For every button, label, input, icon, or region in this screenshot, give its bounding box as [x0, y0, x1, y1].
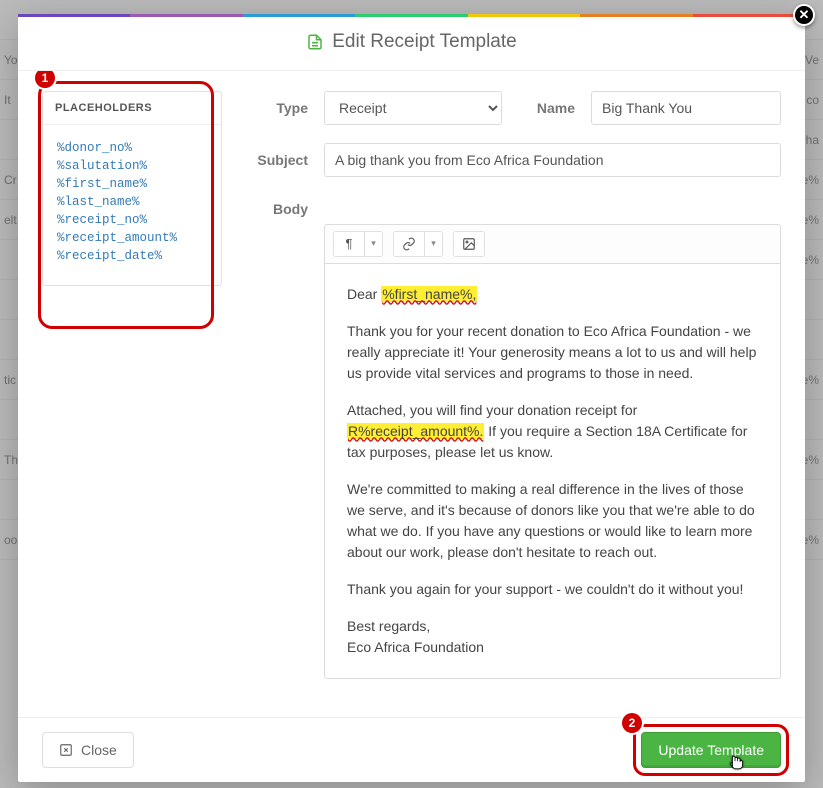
- placeholders-column: 1 PLACEHOLDERS %donor_no%%salutation%%fi…: [42, 91, 222, 707]
- x-square-icon: [59, 743, 73, 757]
- document-icon: [306, 33, 324, 51]
- body-p3: We're committed to making a real differe…: [347, 479, 758, 563]
- subject-label: Subject: [252, 152, 308, 168]
- modal-footer: Close Update Template 2: [18, 717, 805, 782]
- modal-title-text: Edit Receipt Template: [332, 31, 516, 53]
- subject-field[interactable]: [324, 143, 781, 177]
- row-subject: Subject: [252, 143, 781, 177]
- annotation-badge-1: 1: [35, 71, 55, 88]
- link-icon: [402, 237, 416, 251]
- row-body: Body ¶ ▾ ▾: [252, 195, 781, 707]
- row-type-name: Type Receipt Name: [252, 91, 781, 125]
- image-button[interactable]: [454, 232, 484, 256]
- body-editor[interactable]: Dear %first_name%, Thank you for your re…: [324, 263, 781, 679]
- editor-wrap: ¶ ▾ ▾: [324, 224, 781, 679]
- placeholder-token[interactable]: %donor_no%: [57, 141, 207, 155]
- signoff-line2: Eco Africa Foundation: [347, 639, 484, 655]
- name-field[interactable]: [591, 91, 781, 125]
- body-p2: Attached, you will find your donation re…: [347, 400, 758, 463]
- placeholder-token[interactable]: %receipt_no%: [57, 213, 207, 227]
- placeholders-list: %donor_no% %salutation% %first_name% %last_…: [43, 125, 221, 285]
- type-select[interactable]: Receipt: [324, 91, 502, 125]
- placeholders-panel: PLACEHOLDERS %donor_no% %salutation% %firs…: [42, 91, 222, 286]
- form-column: Type Receipt Name Subject Body ¶: [252, 91, 781, 707]
- body-signoff: Best regards, Eco Africa Foundation: [347, 616, 758, 658]
- modal-header: Edit Receipt Template: [18, 17, 805, 71]
- paragraph-group: ¶ ▾: [333, 231, 383, 257]
- paragraph-button[interactable]: ¶: [334, 232, 364, 256]
- placeholder-firstname: %first_name%,: [381, 286, 477, 302]
- placeholder-token[interactable]: %receipt_amount%: [57, 231, 207, 245]
- placeholder-amount: R%receipt_amount%.: [347, 423, 484, 439]
- image-icon: [462, 237, 476, 251]
- placeholder-token[interactable]: %salutation%: [57, 159, 207, 173]
- body-p4: Thank you again for your support - we co…: [347, 579, 758, 600]
- placeholder-token[interactable]: %receipt_date%: [57, 249, 207, 263]
- modal-body: 1 PLACEHOLDERS %donor_no% %salutation% %fi…: [18, 71, 805, 717]
- update-template-label: Update Template: [658, 742, 764, 758]
- body-greeting: Dear %first_name%,: [347, 284, 758, 305]
- link-caret[interactable]: ▾: [424, 232, 442, 256]
- link-group: ▾: [393, 231, 443, 257]
- modal-title: Edit Receipt Template: [306, 31, 516, 53]
- body-label: Body: [252, 195, 308, 217]
- paragraph-caret[interactable]: ▾: [364, 232, 382, 256]
- body-p1: Thank you for your recent donation to Ec…: [347, 321, 758, 384]
- editor-toolbar: ¶ ▾ ▾: [324, 224, 781, 263]
- edit-receipt-modal: ✕ Edit Receipt Template 1 PLACEHOLDERS %…: [18, 14, 805, 782]
- signoff-line1: Best regards,: [347, 618, 430, 634]
- name-label: Name: [537, 100, 575, 116]
- type-label: Type: [252, 100, 308, 116]
- p2-prefix: Attached, you will find your donation re…: [347, 402, 637, 418]
- close-button[interactable]: Close: [42, 732, 134, 768]
- greeting-prefix: Dear: [347, 286, 381, 302]
- link-button[interactable]: [394, 232, 424, 256]
- close-icon[interactable]: ✕: [793, 4, 815, 26]
- image-group: [453, 231, 485, 257]
- placeholder-token[interactable]: %last_name%: [57, 195, 207, 209]
- placeholder-token[interactable]: %first_name%: [57, 177, 207, 191]
- close-button-label: Close: [81, 742, 117, 758]
- placeholders-heading: PLACEHOLDERS: [43, 92, 221, 125]
- update-template-button[interactable]: Update Template: [641, 732, 781, 768]
